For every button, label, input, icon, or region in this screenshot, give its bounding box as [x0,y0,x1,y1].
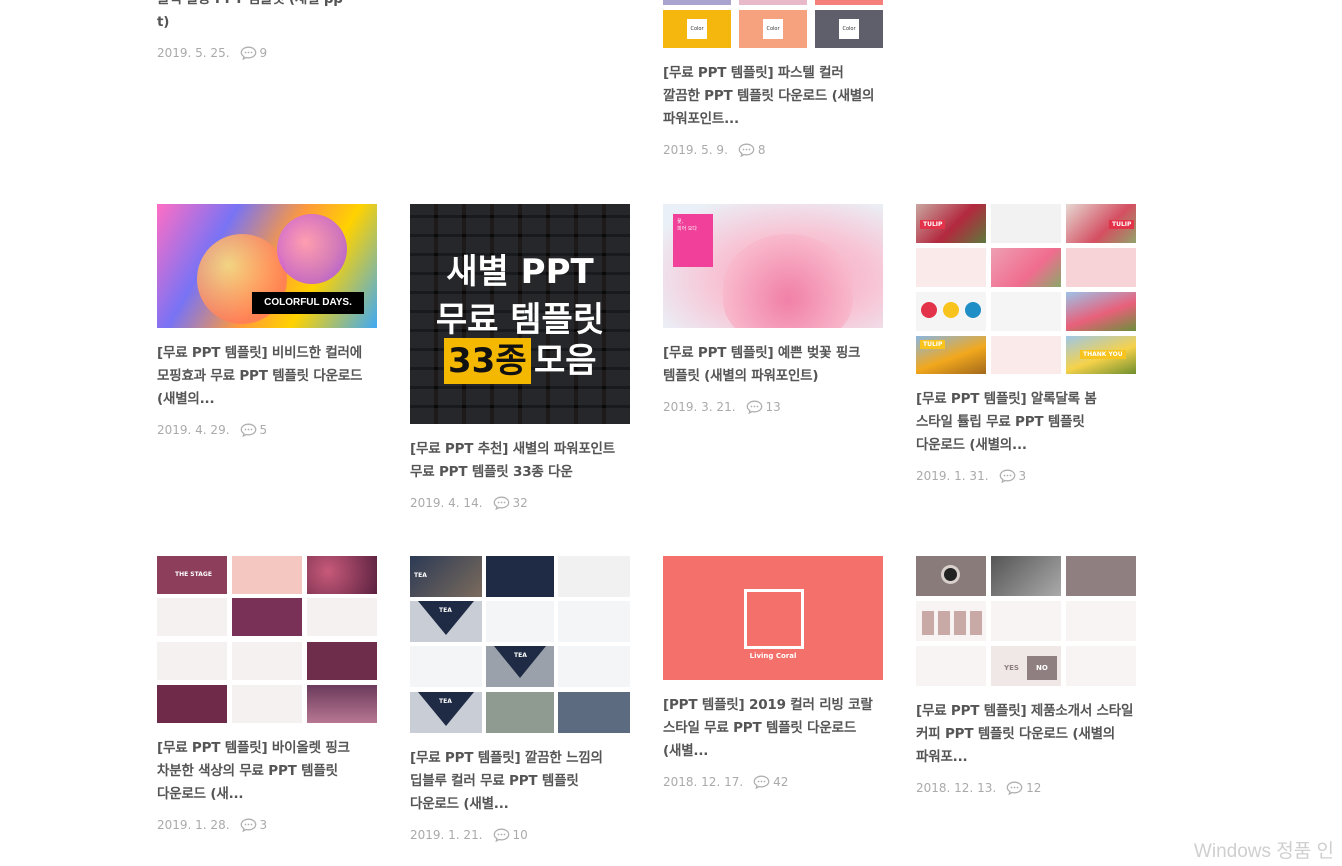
thumbnail-label: TEA [439,698,452,705]
comment-count[interactable]: 13 [746,400,781,414]
comment-icon [753,775,773,789]
post-card[interactable]: Living Coral [PPT 템플릿] 2019 컬러 리빙 코랄 스타일… [663,556,883,789]
post-thumbnail[interactable]: TEA TEA TEA TEA [410,556,630,733]
post-title[interactable]: [PPT 템플릿] 2019 컬러 리빙 코랄 스타일 무료 PPT 템플릿 다… [663,694,883,763]
comment-count[interactable]: 32 [493,496,528,510]
thumbnail-line2: 무료 템플릿 [435,300,605,340]
comment-count[interactable]: 3 [999,469,1026,483]
comment-count[interactable]: 8 [738,143,766,157]
thumbnail-label: THE STAGE [175,571,212,578]
post-meta: 2018. 12. 17. 42 [663,775,883,789]
post-date: 2019. 4. 14. [410,496,483,510]
post-thumbnail[interactable]: THE STAGE [157,556,377,723]
thumbnail-line1: 새별 PPT [446,252,594,292]
post-title[interactable]: [무료 PPT 추천] 새별의 파워포인트 무료 PPT 템플릿 33종 다운 [410,438,630,484]
post-card[interactable]: TEA TEA TEA TEA [무료 PPT 템플릿] 깔끔한 느낌의 딥블루… [410,556,630,842]
post-meta: 2019. 4. 29. 5 [157,423,377,437]
post-title[interactable]: [무료 PPT 템플릿] 제품소개서 스타일 커피 PPT 템플릿 다운로드 (… [916,700,1136,769]
post-thumbnail[interactable]: 꽃, 피어 오다 [663,204,883,328]
post-date: 2019. 3. 21. [663,400,736,414]
comment-count[interactable]: 12 [1006,781,1041,795]
post-date: 2019. 5. 25. [157,46,230,60]
post-meta: 2019. 1. 31. 3 [916,469,1136,483]
swatch-label: Color [763,19,783,39]
post-meta: 2019. 5. 9. 8 [663,143,883,157]
comment-icon [240,423,260,437]
comment-icon [240,46,260,60]
swatch-label: Color [687,19,707,39]
post-thumbnail[interactable]: YES NO [916,556,1136,686]
post-thumbnail[interactable]: TULIP TULIP THANK YOU TULIP [916,204,1136,374]
post-date: 2019. 4. 29. [157,423,230,437]
thumbnail-label: TEA [439,607,452,614]
post-date: 2018. 12. 13. [916,781,997,795]
comment-icon [493,828,513,842]
post-title[interactable]: [무료 PPT 템플릿] 바이올렛 핑크 차분한 색상의 무료 PPT 템플릿 … [157,737,377,806]
thumbnail-label: TULIP [920,220,946,229]
post-meta: 2019. 4. 14. 32 [410,496,630,510]
post-title[interactable]: [무료 PPT 템플릿] 알록달록 봄 스타일 튤립 무료 PPT 템플릿 다운… [916,388,1136,457]
post-thumbnail[interactable]: 새별 PPT 무료 템플릿 33종 모음 [410,204,630,424]
comment-count[interactable]: 3 [240,818,267,832]
comment-icon [240,818,260,832]
post-meta: 2019. 5. 25. 9 [157,46,377,60]
post-date: 2019. 1. 31. [916,469,989,483]
windows-activation-watermark: Windows 정품 인 [1193,841,1334,862]
post-card[interactable]: COLORFUL DAYS. [무료 PPT 템플릿] 비비드한 컬러에 모핑효… [157,204,377,437]
post-card[interactable]: 블랙 활용 PPT 템플릿 (새별 pp t) 2019. 5. 25. 9 [157,0,377,60]
thumbnail-caption: Living Coral [749,652,797,660]
post-card[interactable]: Color Color Color [무료 PPT 템플릿] 파스텔 컬러 깔끔… [663,0,883,157]
thumbnail-line3: 모음 [534,341,597,381]
post-meta: 2019. 1. 21. 10 [410,828,630,842]
post-date: 2018. 12. 17. [663,775,744,789]
comment-count[interactable]: 42 [753,775,788,789]
thumbnail-label: YES [1004,664,1019,672]
post-date: 2019. 1. 21. [410,828,483,842]
comment-icon [999,469,1019,483]
comment-count[interactable]: 9 [240,46,267,60]
post-title[interactable]: [무료 PPT 템플릿] 예쁜 벚꽃 핑크 템플릿 (새별의 파워포인트) [663,342,883,388]
thumbnail-label: TULIP [920,340,946,349]
swatch-label: Color [839,19,859,39]
thumbnail-label: NO [1036,664,1048,672]
thumbnail-label: TEA [414,572,427,579]
thumbnail-caption: COLORFUL DAYS. [252,292,364,314]
thumbnail-line3-highlight: 33종 [444,338,531,384]
comment-count[interactable]: 5 [240,423,267,437]
post-thumbnail[interactable]: COLORFUL DAYS. [157,204,377,328]
post-title[interactable]: [무료 PPT 템플릿] 깔끔한 느낌의 딥블루 컬러 무료 PPT 템플릿 다… [410,747,630,816]
post-card[interactable]: YES NO [무료 PPT 템플릿] 제품소개서 스타일 커피 PPT 템플릿… [916,556,1136,795]
post-title[interactable]: 블랙 활용 PPT 템플릿 (새별 pp t) [157,0,377,34]
thumbnail-caption: 꽃, 피어 오다 [673,214,713,267]
post-card[interactable]: 새별 PPT 무료 템플릿 33종 모음 [무료 PPT 추천] 새별의 파워포… [410,204,630,510]
post-meta: 2018. 12. 13. 12 [916,781,1136,795]
post-title[interactable]: [무료 PPT 템플릿] 비비드한 컬러에 모핑효과 무료 PPT 템플릿 다운… [157,342,377,411]
post-thumbnail[interactable]: Living Coral [663,556,883,680]
thumbnail-label: TEA [514,652,527,659]
post-title[interactable]: [무료 PPT 템플릿] 파스텔 컬러 깔끔한 PPT 템플릿 다운로드 (새별… [663,62,883,131]
comment-icon [493,496,513,510]
post-thumbnail[interactable]: Color Color Color [663,0,883,48]
comment-icon [746,400,766,414]
comment-icon [738,143,758,157]
comment-icon [1006,781,1026,795]
post-meta: 2019. 3. 21. 13 [663,400,883,414]
thumbnail-label: TULIP [1109,220,1135,229]
post-date: 2019. 5. 9. [663,143,728,157]
post-meta: 2019. 1. 28. 3 [157,818,377,832]
comment-count[interactable]: 10 [493,828,528,842]
post-card[interactable]: THE STAGE [무료 PPT 템플릿] 바이올렛 핑크 차분한 색상의 무… [157,556,377,832]
post-card[interactable]: TULIP TULIP THANK YOU TULIP [무료 PPT 템플릿]… [916,204,1136,483]
post-date: 2019. 1. 28. [157,818,230,832]
post-card[interactable]: 꽃, 피어 오다 [무료 PPT 템플릿] 예쁜 벚꽃 핑크 템플릿 (새별의 … [663,204,883,414]
thumbnail-label: THANK YOU [1080,350,1126,359]
